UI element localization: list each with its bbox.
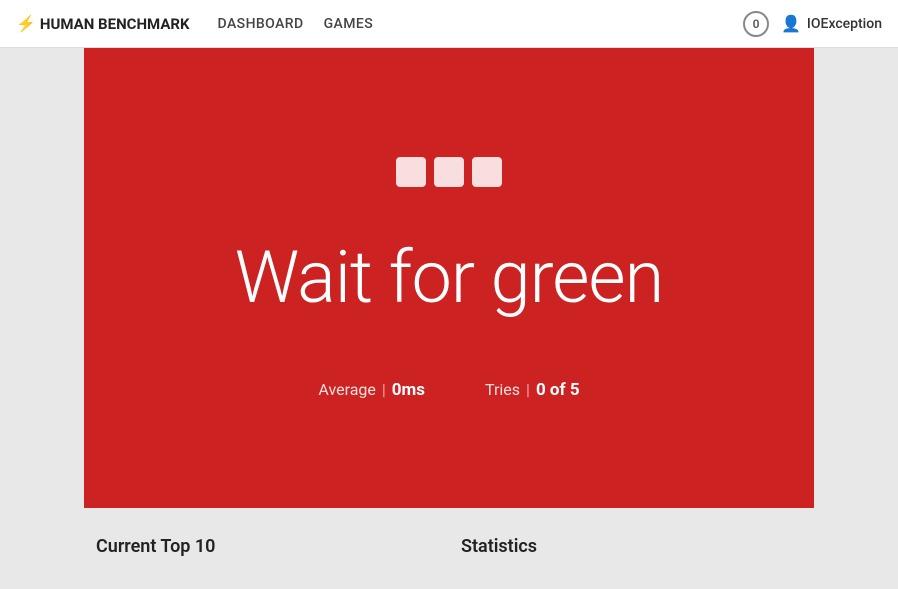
tries-stat: Tries | 0 of 5 <box>485 380 580 400</box>
notification-badge[interactable]: 0 <box>743 11 769 37</box>
user-icon: 👤 <box>781 14 801 33</box>
dots-indicator <box>396 157 502 187</box>
average-value: 0ms <box>392 380 425 400</box>
tries-value: 0 of 5 <box>536 380 580 400</box>
page-wrapper: Wait for green Average | 0ms Tries | 0 o… <box>0 48 898 589</box>
bottom-right: Statistics <box>449 528 814 565</box>
bolt-icon: ⚡ <box>16 14 36 33</box>
game-panel[interactable]: Wait for green Average | 0ms Tries | 0 o… <box>84 48 814 508</box>
statistics-heading: Statistics <box>461 536 802 557</box>
average-separator: | <box>382 380 386 399</box>
dot-2 <box>434 157 464 187</box>
bottom-left: Current Top 10 <box>84 528 449 565</box>
brand-name: HUMAN BENCHMARK <box>40 15 190 33</box>
nav-links: DASHBOARD GAMES <box>218 16 374 32</box>
user-menu[interactable]: 👤 IOException <box>781 14 882 33</box>
tries-label: Tries <box>485 380 520 399</box>
dot-1 <box>396 157 426 187</box>
brand-link[interactable]: ⚡ HUMAN BENCHMARK <box>16 14 190 33</box>
average-label: Average <box>318 380 375 399</box>
game-stats: Average | 0ms Tries | 0 of 5 <box>318 380 579 400</box>
top10-heading: Current Top 10 <box>96 536 437 557</box>
nav-right: 0 👤 IOException <box>743 11 882 37</box>
username: IOException <box>807 16 882 32</box>
game-title: Wait for green <box>235 235 664 320</box>
nav-link-dashboard[interactable]: DASHBOARD <box>218 16 304 32</box>
average-stat: Average | 0ms <box>318 380 425 400</box>
dot-3 <box>472 157 502 187</box>
bottom-section: Current Top 10 Statistics <box>84 508 814 565</box>
tries-separator: | <box>526 380 530 399</box>
center-column: Wait for green Average | 0ms Tries | 0 o… <box>84 48 814 565</box>
nav-link-games[interactable]: GAMES <box>324 16 374 32</box>
navbar: ⚡ HUMAN BENCHMARK DASHBOARD GAMES 0 👤 IO… <box>0 0 898 48</box>
